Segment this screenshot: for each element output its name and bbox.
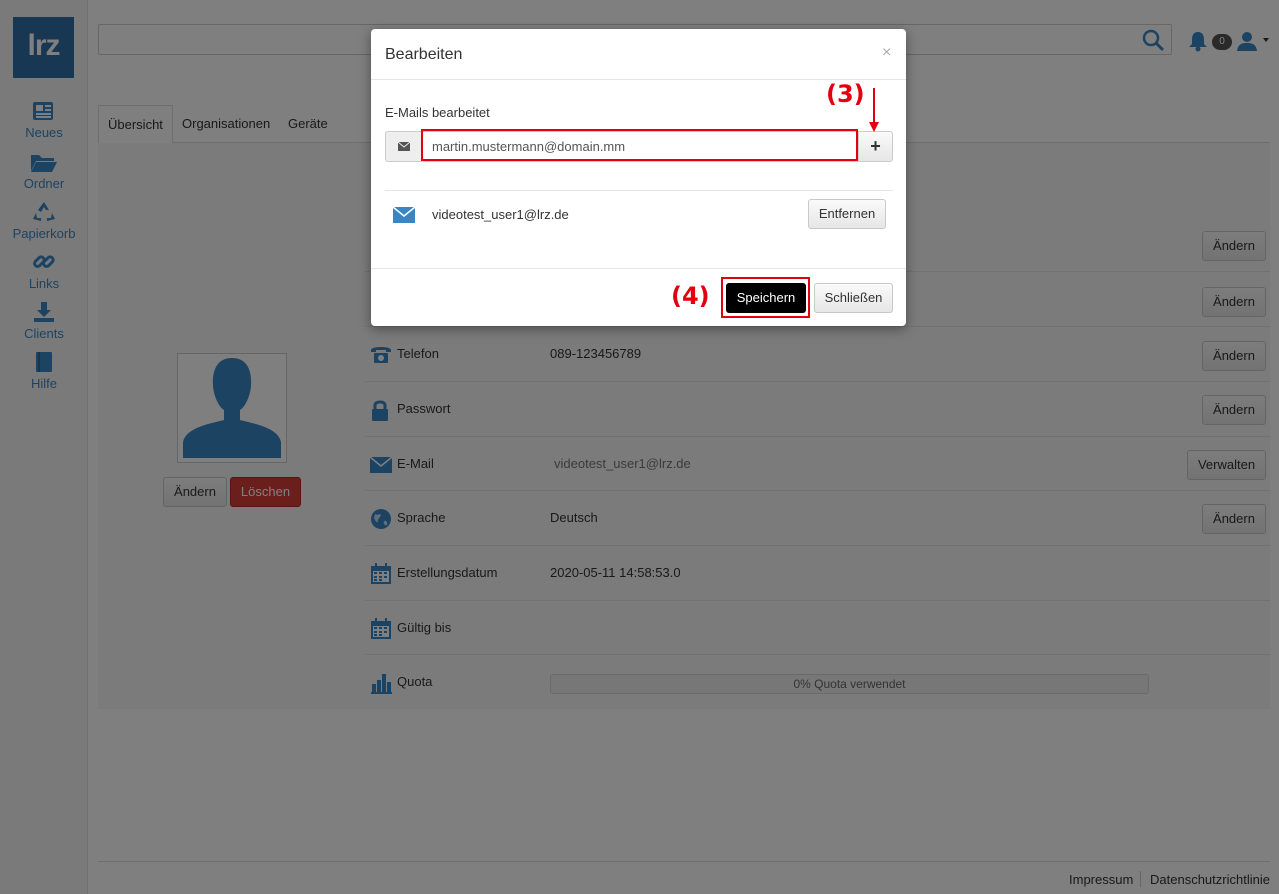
add-email-button[interactable]: + bbox=[858, 131, 893, 162]
modal-footer: Speichern Schließen bbox=[371, 268, 906, 326]
section-label: E-Mails bearbeitet bbox=[385, 105, 490, 120]
mail-icon bbox=[393, 207, 415, 223]
close-button[interactable]: Schließen bbox=[814, 283, 893, 313]
modal-title: Bearbeiten bbox=[385, 46, 463, 63]
email-address: videotest_user1@lrz.de bbox=[432, 207, 569, 222]
divider bbox=[385, 190, 893, 191]
edit-email-dialog: Bearbeiten × E-Mails bearbeitet + videot… bbox=[371, 29, 906, 326]
modal-header: Bearbeiten × bbox=[371, 29, 906, 80]
remove-email-button[interactable]: Entfernen bbox=[808, 199, 886, 229]
email-addon bbox=[385, 131, 421, 162]
save-button[interactable]: Speichern bbox=[726, 283, 806, 313]
close-icon[interactable]: × bbox=[882, 44, 891, 62]
envelope-icon bbox=[397, 141, 411, 151]
step-3-annotation: (3) bbox=[826, 80, 865, 108]
step-4-annotation: (4) bbox=[671, 282, 710, 310]
input-highlight-box bbox=[421, 129, 858, 161]
arrow-down-icon bbox=[869, 88, 879, 132]
